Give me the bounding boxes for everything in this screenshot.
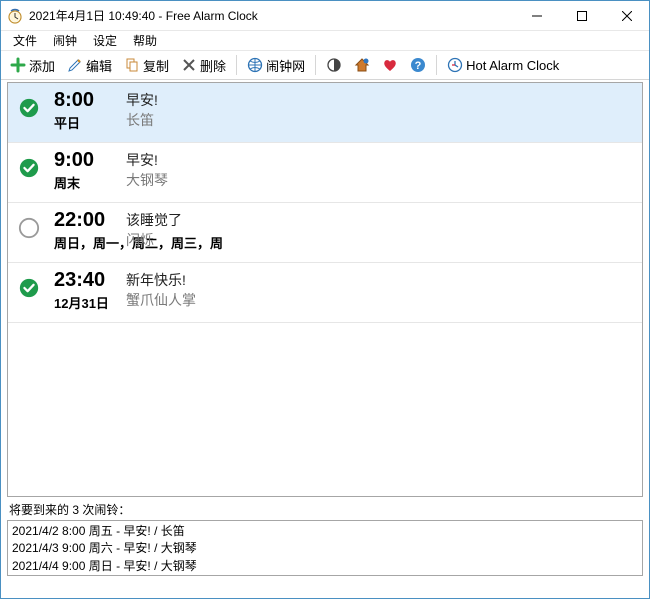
alarm-days: 12月31日 [54, 293, 114, 312]
toolbar-separator-3 [436, 55, 437, 75]
hot-alarm-clock-button[interactable]: Hot Alarm Clock [442, 53, 564, 77]
alarm-time: 8:00 [54, 89, 114, 111]
checkmark-icon[interactable] [18, 97, 40, 119]
checkmark-icon[interactable] [18, 157, 40, 179]
checkmark-icon[interactable] [18, 277, 40, 299]
maximize-button[interactable] [559, 1, 604, 30]
help-button[interactable]: ? [405, 53, 431, 77]
alarm-days: 平日 [54, 113, 114, 132]
menu-file[interactable]: 文件 [5, 30, 45, 51]
copy-icon [124, 57, 140, 73]
alarm-message: 早安! [126, 150, 168, 170]
toolbar-separator-2 [315, 55, 316, 75]
alarm-time: 23:40 [54, 269, 114, 291]
copy-label: 复制 [143, 56, 169, 75]
delete-label: 删除 [200, 56, 226, 75]
alarm-message: 新年快乐! [126, 270, 196, 290]
alarm-time: 9:00 [54, 149, 114, 171]
svg-text:?: ? [415, 60, 422, 72]
alarm-days: 周末 [54, 173, 114, 192]
alarm-sound: 长笛 [126, 110, 158, 130]
delete-button[interactable]: 删除 [176, 53, 231, 77]
clock-icon [447, 57, 463, 73]
menubar: 文件 闹钟 设定 帮助 [1, 31, 649, 51]
contrast-button[interactable] [321, 53, 347, 77]
close-button[interactable] [604, 1, 649, 30]
add-button[interactable]: 添加 [5, 53, 60, 77]
alarm-row[interactable]: 9:00 周末 早安! 大钢琴 [8, 143, 642, 203]
alarm-list[interactable]: 8:00 平日 早安! 长笛 9:00 周末 早安! 大钢琴 22:00 周日，… [7, 82, 643, 497]
titlebar: 2021年4月1日 10:49:40 - Free Alarm Clock [1, 1, 649, 31]
alarm-sound: 大钢琴 [126, 170, 168, 190]
home-button[interactable] [349, 53, 375, 77]
upcoming-item: 2021/4/3 9:00 周六 - 早安! / 大钢琴 [12, 540, 638, 557]
home-icon [354, 57, 370, 73]
upcoming-list[interactable]: 2021/4/2 8:00 周五 - 早安! / 长笛 2021/4/3 9:0… [7, 520, 643, 576]
toolbar-separator [236, 55, 237, 75]
alarm-row[interactable]: 23:40 12月31日 新年快乐! 蟹爪仙人掌 [8, 263, 642, 323]
menu-help[interactable]: 帮助 [125, 30, 165, 51]
upcoming-item: 2021/4/4 9:00 周日 - 早安! / 大钢琴 [12, 558, 638, 575]
edit-label: 编辑 [86, 56, 112, 75]
menu-settings[interactable]: 设定 [85, 30, 125, 51]
minimize-button[interactable] [514, 1, 559, 30]
menu-alarm[interactable]: 闹钟 [45, 30, 85, 51]
window-title: 2021年4月1日 10:49:40 - Free Alarm Clock [29, 7, 258, 24]
website-button[interactable]: 闹钟网 [242, 53, 310, 77]
globe-icon [247, 57, 263, 73]
unchecked-icon[interactable] [18, 217, 40, 239]
website-label: 闹钟网 [266, 56, 305, 75]
upcoming-label: 将要到来的 3 次闹铃： [9, 501, 643, 518]
plus-icon [10, 57, 26, 73]
alarm-sound: 蟹爪仙人掌 [126, 290, 196, 310]
hot-label: Hot Alarm Clock [466, 58, 559, 73]
alarm-message: 该睡觉了 [126, 210, 182, 230]
alarm-time: 22:00 [54, 209, 114, 231]
alarm-message: 早安! [126, 90, 158, 110]
upcoming-panel: 将要到来的 3 次闹铃： 2021/4/2 8:00 周五 - 早安! / 长笛… [1, 501, 649, 582]
app-icon [7, 8, 23, 24]
copy-button[interactable]: 复制 [119, 53, 174, 77]
alarm-row[interactable]: 22:00 周日，周一，周二，周三，周 该睡觉了 闪烁 [8, 203, 642, 263]
toolbar: 添加 编辑 复制 删除 闹钟网 [1, 51, 649, 80]
alarm-days: 周日，周一，周二，周三，周 [54, 233, 114, 252]
contrast-icon [326, 57, 342, 73]
help-icon: ? [410, 57, 426, 73]
upcoming-item: 2021/4/2 8:00 周五 - 早安! / 长笛 [12, 523, 638, 540]
heart-button[interactable] [377, 53, 403, 77]
alarm-sound: 闪烁 [126, 230, 182, 250]
delete-icon [181, 57, 197, 73]
heart-icon [382, 57, 398, 73]
edit-button[interactable]: 编辑 [62, 53, 117, 77]
alarm-row[interactable]: 8:00 平日 早安! 长笛 [8, 83, 642, 143]
pencil-icon [67, 57, 83, 73]
add-label: 添加 [29, 56, 55, 75]
